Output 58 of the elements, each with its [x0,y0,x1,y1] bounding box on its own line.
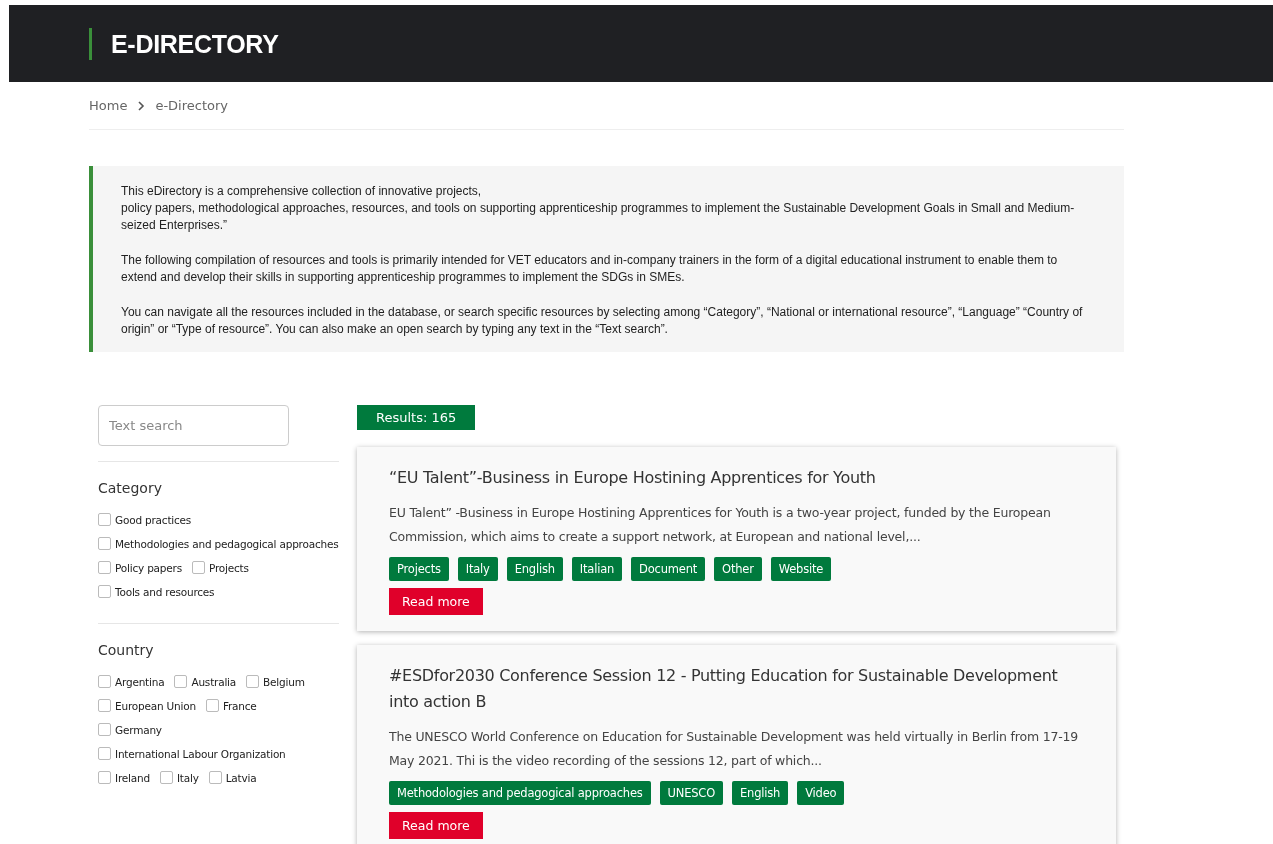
checkbox[interactable] [159,771,173,784]
tag[interactable]: Italian [571,557,623,581]
checkbox[interactable] [98,513,111,526]
checkbox[interactable] [98,675,111,688]
result-summary: EU Talent” -Business in Europe Hostining Apprentices for Youth is a two-year project, funded by the European Commission, which aims to create a support network, at European and national level,... [389,504,1052,546]
intro-paragraph: The following compilation of resources and tools is primarily intended for VET educators and in-company trainers in the form of a digital educational instrument to enable them to extend and develop their skills in supporting apprenticeship programmes to implement the SDGs in SMEs. [121,252,1059,286]
checkbox[interactable] [174,675,188,688]
tag[interactable]: UNESCO [659,781,724,805]
checkbox-label: Policy papers [115,561,182,574]
checkbox[interactable] [98,585,111,598]
checkbox[interactable] [205,699,219,712]
read-more-button[interactable]: Read more [389,812,483,839]
checkbox[interactable] [191,561,205,574]
filter-heading: Country [98,642,155,658]
checkbox-label: Italy [176,771,199,784]
tag[interactable]: Projects [389,557,449,581]
results-count: Results: 165 [357,405,476,430]
checkbox-label: Belgium [263,675,305,688]
checkbox-label: Ireland [115,771,150,784]
tag[interactable]: Website [770,557,832,581]
checkbox-label: Latvia [225,771,257,784]
read-more-button[interactable]: Read more [389,588,483,615]
checkbox-label: Good practices [115,513,192,526]
result-title[interactable]: “EU Talent”-Business in Europe Hostining Apprentices for Youth [389,465,1084,491]
checkbox[interactable] [246,675,260,688]
tag[interactable]: Methodologies and pedagogical approaches [389,781,651,805]
checkbox-label: Projects [208,561,249,574]
checkbox[interactable] [98,723,111,736]
checkbox[interactable] [98,537,111,550]
breadcrumb-link[interactable]: Home [89,98,128,113]
checkbox-label: Tools and resources [115,585,215,598]
checkbox[interactable] [98,747,111,760]
checkbox-label: Methodologies and pedagogical approaches [115,537,339,550]
intro-paragraph: This eDirectory is a comprehensive collection of innovative projects, policy papers, methodological approaches, resources, and tools on supporting apprenticeship programmes to implement the Sustainable Development Goals in Small and Medium-seized Enterprises.” [121,183,1076,234]
checkbox-label: Argentina [115,675,165,688]
checkbox-label: France [222,699,257,712]
checkbox-label: Germany [115,723,162,736]
filter-heading: Category [98,480,163,496]
tag[interactable]: Other [714,557,762,581]
tag[interactable]: English [506,557,563,581]
breadcrumb-current: e-Directory [155,98,228,113]
checkbox[interactable] [98,699,111,712]
checkbox[interactable] [208,771,222,784]
site-title: E-DIRECTORY [89,27,279,60]
tag[interactable]: English [732,781,789,805]
checkbox-label: European Union [115,699,196,712]
result-title[interactable]: #ESDfor2030 Conference Session 12 - Putting Education for Sustainable Development into action B [389,663,1084,715]
tag[interactable]: Video [797,781,845,805]
search-field[interactable]: Text search [98,405,289,446]
tag[interactable]: Document [631,557,706,581]
checkbox[interactable] [98,561,111,574]
intro-paragraph: You can navigate all the resources included in the database, or search specific resources by selecting among “Category”, “National or international resource”, “Language” “Country of origin” or “Type of resource”. You can also make an open search by typing any text in the “Text search”. [121,304,1084,338]
tag[interactable]: Italy [457,557,498,581]
chevron-icon [137,100,146,111]
checkbox-label: International Labour Organization [115,747,286,760]
checkbox-label: Australia [191,675,237,688]
checkbox[interactable] [98,771,111,784]
result-summary: The UNESCO World Conference on Education for Sustainable Development was held virtually in Berlin from 17-19 May 2021. Thi is the video recording of the sessions 12, part of which... [389,728,1079,770]
